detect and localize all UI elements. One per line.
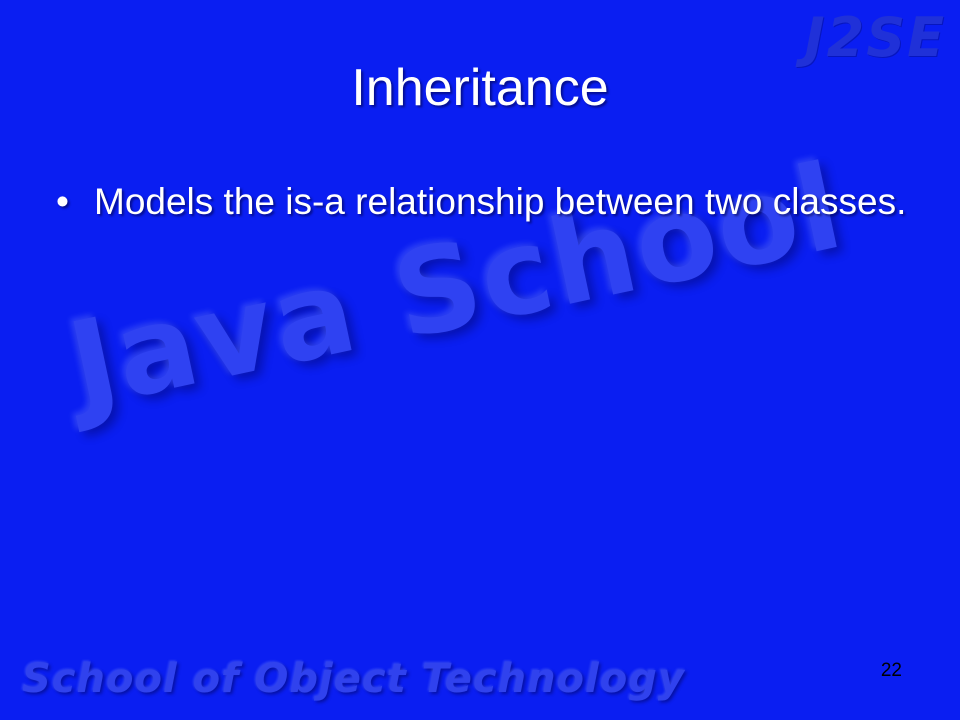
bullet-item: • Models the is-a relationship between t… [56,176,916,227]
bullet-list: • Models the is-a relationship between t… [56,176,916,227]
school-of-object-technology-logo-watermark: School of Object Technology [22,656,685,702]
bullet-text: Models the is-a relationship between two… [94,181,907,222]
slide-title: Inheritance [351,59,609,117]
slide: J2SE Java School School of Object Techno… [0,0,960,720]
bullet-marker: • [56,181,69,222]
page-number: 22 [880,660,902,681]
